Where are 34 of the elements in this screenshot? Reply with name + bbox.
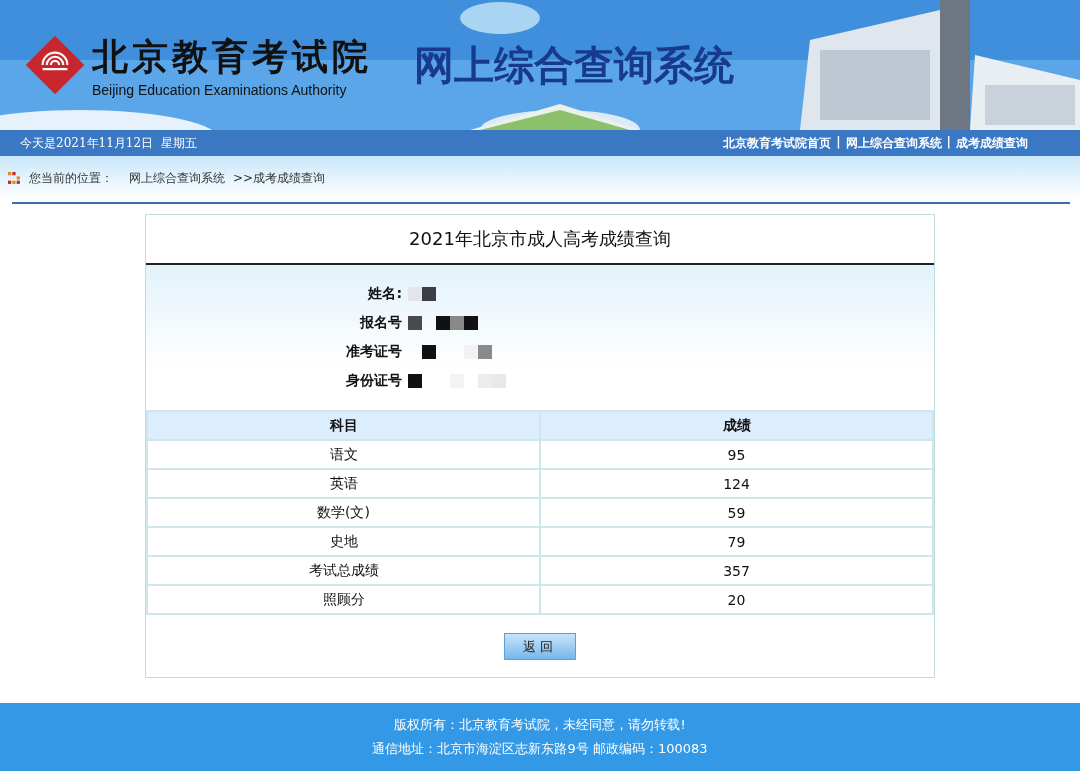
link-separator: |	[836, 134, 841, 151]
table-cell: 357	[540, 556, 933, 585]
column-header: 科目	[147, 411, 540, 440]
org-name-english: Beijing Education Examinations Authority	[92, 81, 348, 98]
table-cell: 20	[540, 585, 933, 614]
footer-text: 通信地址：北京市海淀区志新东路9号 邮政编码：100083	[372, 740, 708, 758]
system-title: 网上综合查询系统	[414, 40, 734, 90]
nav-link[interactable]: 北京教育考试院首页	[723, 134, 832, 152]
back-button[interactable]: 返回	[504, 633, 576, 660]
org-name: 北京教育考试院	[92, 33, 372, 79]
table-cell: 59	[540, 498, 933, 527]
table-cell: 79	[540, 527, 933, 556]
table-cell: 英语	[147, 469, 540, 498]
table-cell: 照顾分	[147, 585, 540, 614]
table-cell: 史地	[147, 527, 540, 556]
column-header: 成绩	[540, 411, 933, 440]
breadcrumb-label: 您当前的位置：	[29, 169, 113, 187]
nav-link[interactable]: 成考成绩查询	[956, 134, 1028, 152]
table-cell: 95	[540, 440, 933, 469]
table-cell: 数学(文)	[147, 498, 540, 527]
field-label: 身份证号	[345, 372, 402, 390]
field-label: 姓名:	[367, 285, 402, 303]
footer-text: 版权所有：北京教育考试院，未经同意，请勿转载!	[394, 716, 686, 734]
table-cell: 124	[540, 469, 933, 498]
breadcrumb-link[interactable]: 网上综合查询系统	[129, 169, 225, 187]
table-cell: 考试总成绩	[147, 556, 540, 585]
link-separator: |	[946, 134, 951, 151]
field-label: 准考证号	[345, 343, 402, 361]
dots-icon	[8, 171, 21, 185]
breadcrumb-current: >>成考成绩查询	[233, 169, 326, 187]
date-text: 今天是2021年11月12日 星期五	[20, 134, 197, 152]
table-cell: 语文	[147, 440, 540, 469]
nav-link[interactable]: 网上综合查询系统	[845, 134, 942, 152]
field-label: 报名号	[358, 314, 402, 332]
